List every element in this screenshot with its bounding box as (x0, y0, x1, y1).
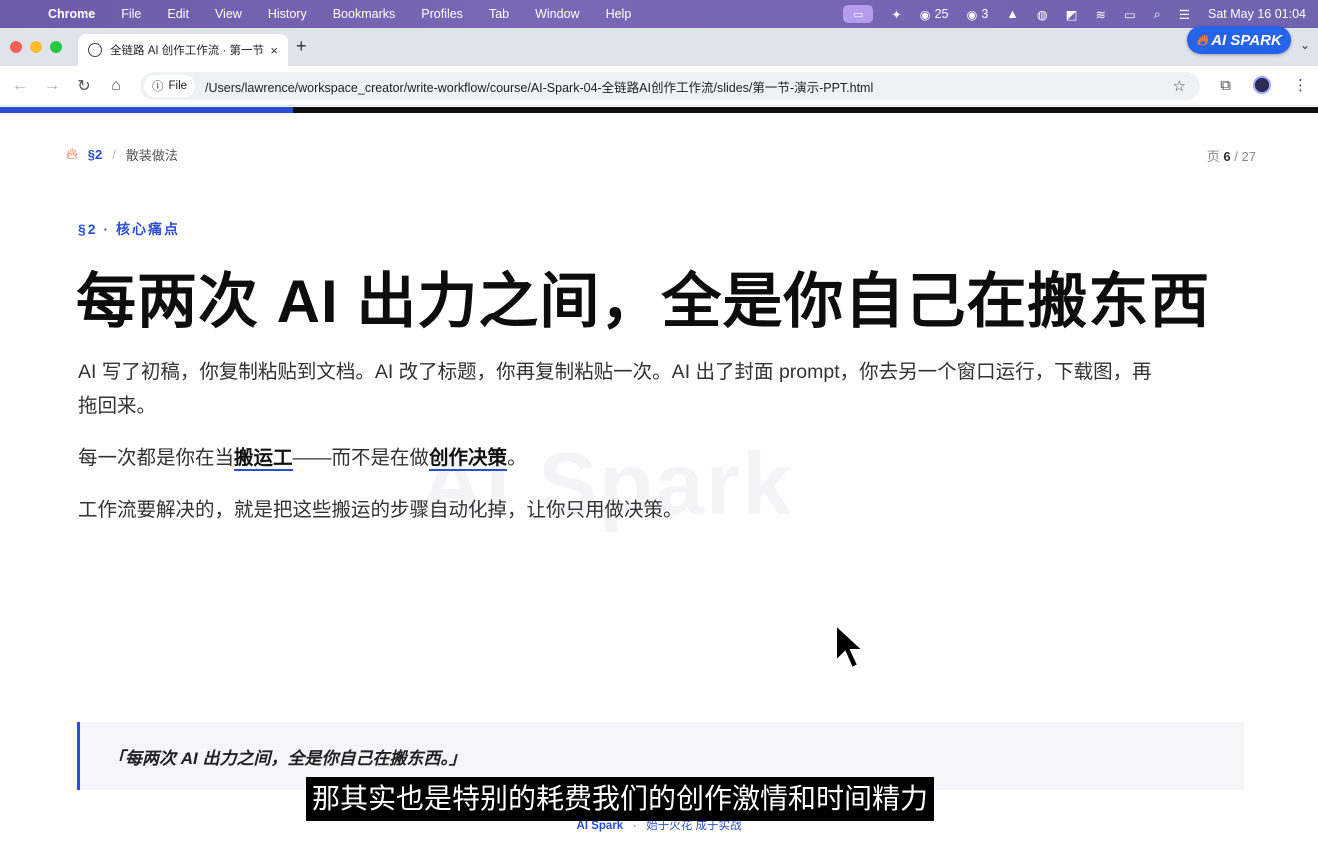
menu-chrome[interactable]: Chrome (48, 7, 95, 21)
menu-file[interactable]: File (121, 7, 141, 21)
footer-brand: AI Spark (576, 820, 624, 832)
url-text[interactable]: /Users/lawrence/workspace_creator/write-… (205, 77, 873, 96)
footer-slogan: 始于火花 成于实战 (646, 820, 742, 832)
menu-window[interactable]: Window (535, 7, 579, 21)
menu-help[interactable]: Help (606, 7, 632, 21)
extensions-icon[interactable]: ⧉ (1220, 77, 1231, 94)
paragraph-2-part-2: ——而不是在做 (292, 447, 430, 469)
paragraph-1: AI 写了初稿，你复制粘贴到文档。AI 改了标题，你再复制粘贴一次。AI 出了封… (78, 361, 1152, 417)
search-icon[interactable]: ⌕ (1154, 7, 1161, 22)
paragraph-2-part-3: 。 (507, 447, 527, 469)
screen-share-icon[interactable]: ▭ (843, 5, 874, 23)
mouse-pointer-icon (835, 623, 864, 670)
more-menu-icon[interactable]: ⋮ (1293, 76, 1308, 94)
tab-strip: 全链路 AI 创作工作流 · 第一节 × + ⌄ (0, 28, 1318, 66)
ai-spark-logo-badge: 🔥︎ AI SPARK (1187, 26, 1291, 54)
menu-edit[interactable]: Edit (167, 7, 189, 21)
menu-view[interactable]: View (215, 7, 242, 21)
tab-close-icon[interactable]: × (270, 43, 278, 58)
wifi-icon[interactable]: ≋ (1095, 7, 1105, 22)
flame-icon: 🔥︎ (66, 145, 78, 163)
footer-dot: · (632, 820, 637, 832)
video-subtitle: 那其实也是特别的耗费我们的创作激情和时间精力 (306, 777, 935, 821)
flame-icon: 🔥︎ (1196, 31, 1208, 49)
site-info-chip[interactable]: ⓘ File (144, 75, 196, 97)
pager-total: 27 (1241, 149, 1256, 164)
wechat-count-2: 3 (981, 7, 989, 21)
breadcrumb-section[interactable]: §2 (88, 147, 102, 162)
new-tab-button[interactable]: + (296, 36, 307, 57)
minimize-window-button[interactable] (30, 41, 42, 53)
section-eyebrow: §2 · 核心痛点 (78, 221, 181, 237)
menu-profiles[interactable]: Profiles (421, 7, 463, 21)
menu-tab[interactable]: Tab (489, 7, 509, 21)
wechat-icon: ◉ (966, 7, 978, 22)
tab-search-chevron-icon[interactable]: ⌄ (1300, 38, 1310, 52)
wechat-status-2[interactable]: ◉ 3 (967, 7, 989, 22)
breadcrumb: 🔥︎ §2 / 散装做法 (66, 145, 178, 164)
reload-icon[interactable]: ↻ (68, 76, 100, 96)
battery-icon[interactable]: ▭ (1124, 7, 1136, 22)
wechat-count: 25 (934, 7, 949, 21)
bookmark-star-icon[interactable]: ☆ (1173, 77, 1186, 95)
slide: 🔥︎ §2 / 散装做法 页 6 / 27 AI Spark §2 · 核心痛点… (0, 113, 1318, 855)
tab-title: 全链路 AI 创作工作流 · 第一节 (110, 45, 264, 57)
cast-icon[interactable]: ◩ (1066, 7, 1078, 22)
paragraph-2-part-1: 每一次都是你在当 (78, 447, 235, 469)
highlight-creative-decision: 创作决策 (429, 447, 508, 471)
close-window-button[interactable] (10, 41, 22, 53)
menu-bookmarks[interactable]: Bookmarks (333, 7, 396, 21)
clock[interactable]: Sat May 16 01:04 (1208, 7, 1306, 21)
highlight-porter: 搬运工 (234, 447, 293, 471)
pager-current: 6 (1223, 149, 1231, 164)
wechat-status[interactable]: ◉ 25 (920, 7, 949, 22)
paragraph-3: 工作流要解决的，就是把这些搬运的步骤自动化掉，让你只用做决策。 (78, 499, 683, 521)
browser-tab[interactable]: 全链路 AI 创作工作流 · 第一节 × (78, 34, 288, 66)
badge-text: AI SPARK (1211, 31, 1282, 49)
home-icon[interactable]: ⌂ (100, 77, 132, 95)
paragraph-2: 每一次都是你在当搬运工——而不是在做创作决策。 (78, 441, 1158, 475)
info-icon: ⓘ (152, 81, 164, 93)
menu-history[interactable]: History (268, 7, 307, 21)
page-counter: 页 6 / 27 (1207, 146, 1256, 165)
globe-icon (88, 43, 102, 57)
wechat-icon: ◉ (919, 7, 931, 22)
browser-toolbar: ← → ↻ ⌂ ⓘ File /Users/lawrence/workspace… (0, 66, 1318, 106)
mountain-icon[interactable]: ▲ (1006, 7, 1018, 21)
forward-arrow-icon[interactable]: → (36, 77, 68, 95)
zoom-window-button[interactable] (50, 41, 62, 53)
breadcrumb-separator: / (112, 147, 116, 162)
profile-avatar[interactable] (1253, 76, 1271, 94)
macos-menubar: Chrome File Edit View History Bookmarks … (0, 0, 1318, 28)
pager-separator: / (1234, 149, 1238, 164)
control-center-icon[interactable]: ☰ (1179, 7, 1190, 22)
address-bar[interactable]: ⓘ File /Users/lawrence/workspace_creator… (140, 72, 1200, 100)
slide-headline: 每两次 AI 出力之间，全是你自己在搬东西 (76, 268, 1211, 335)
breadcrumb-name: 散装做法 (125, 148, 178, 163)
sparkle-icon[interactable]: ✦ (891, 7, 901, 22)
audio-icon[interactable]: ◍ (1037, 7, 1048, 22)
back-arrow-icon[interactable]: ← (4, 77, 36, 95)
pager-prefix: 页 (1206, 149, 1220, 164)
file-chip-label: File (168, 80, 188, 92)
